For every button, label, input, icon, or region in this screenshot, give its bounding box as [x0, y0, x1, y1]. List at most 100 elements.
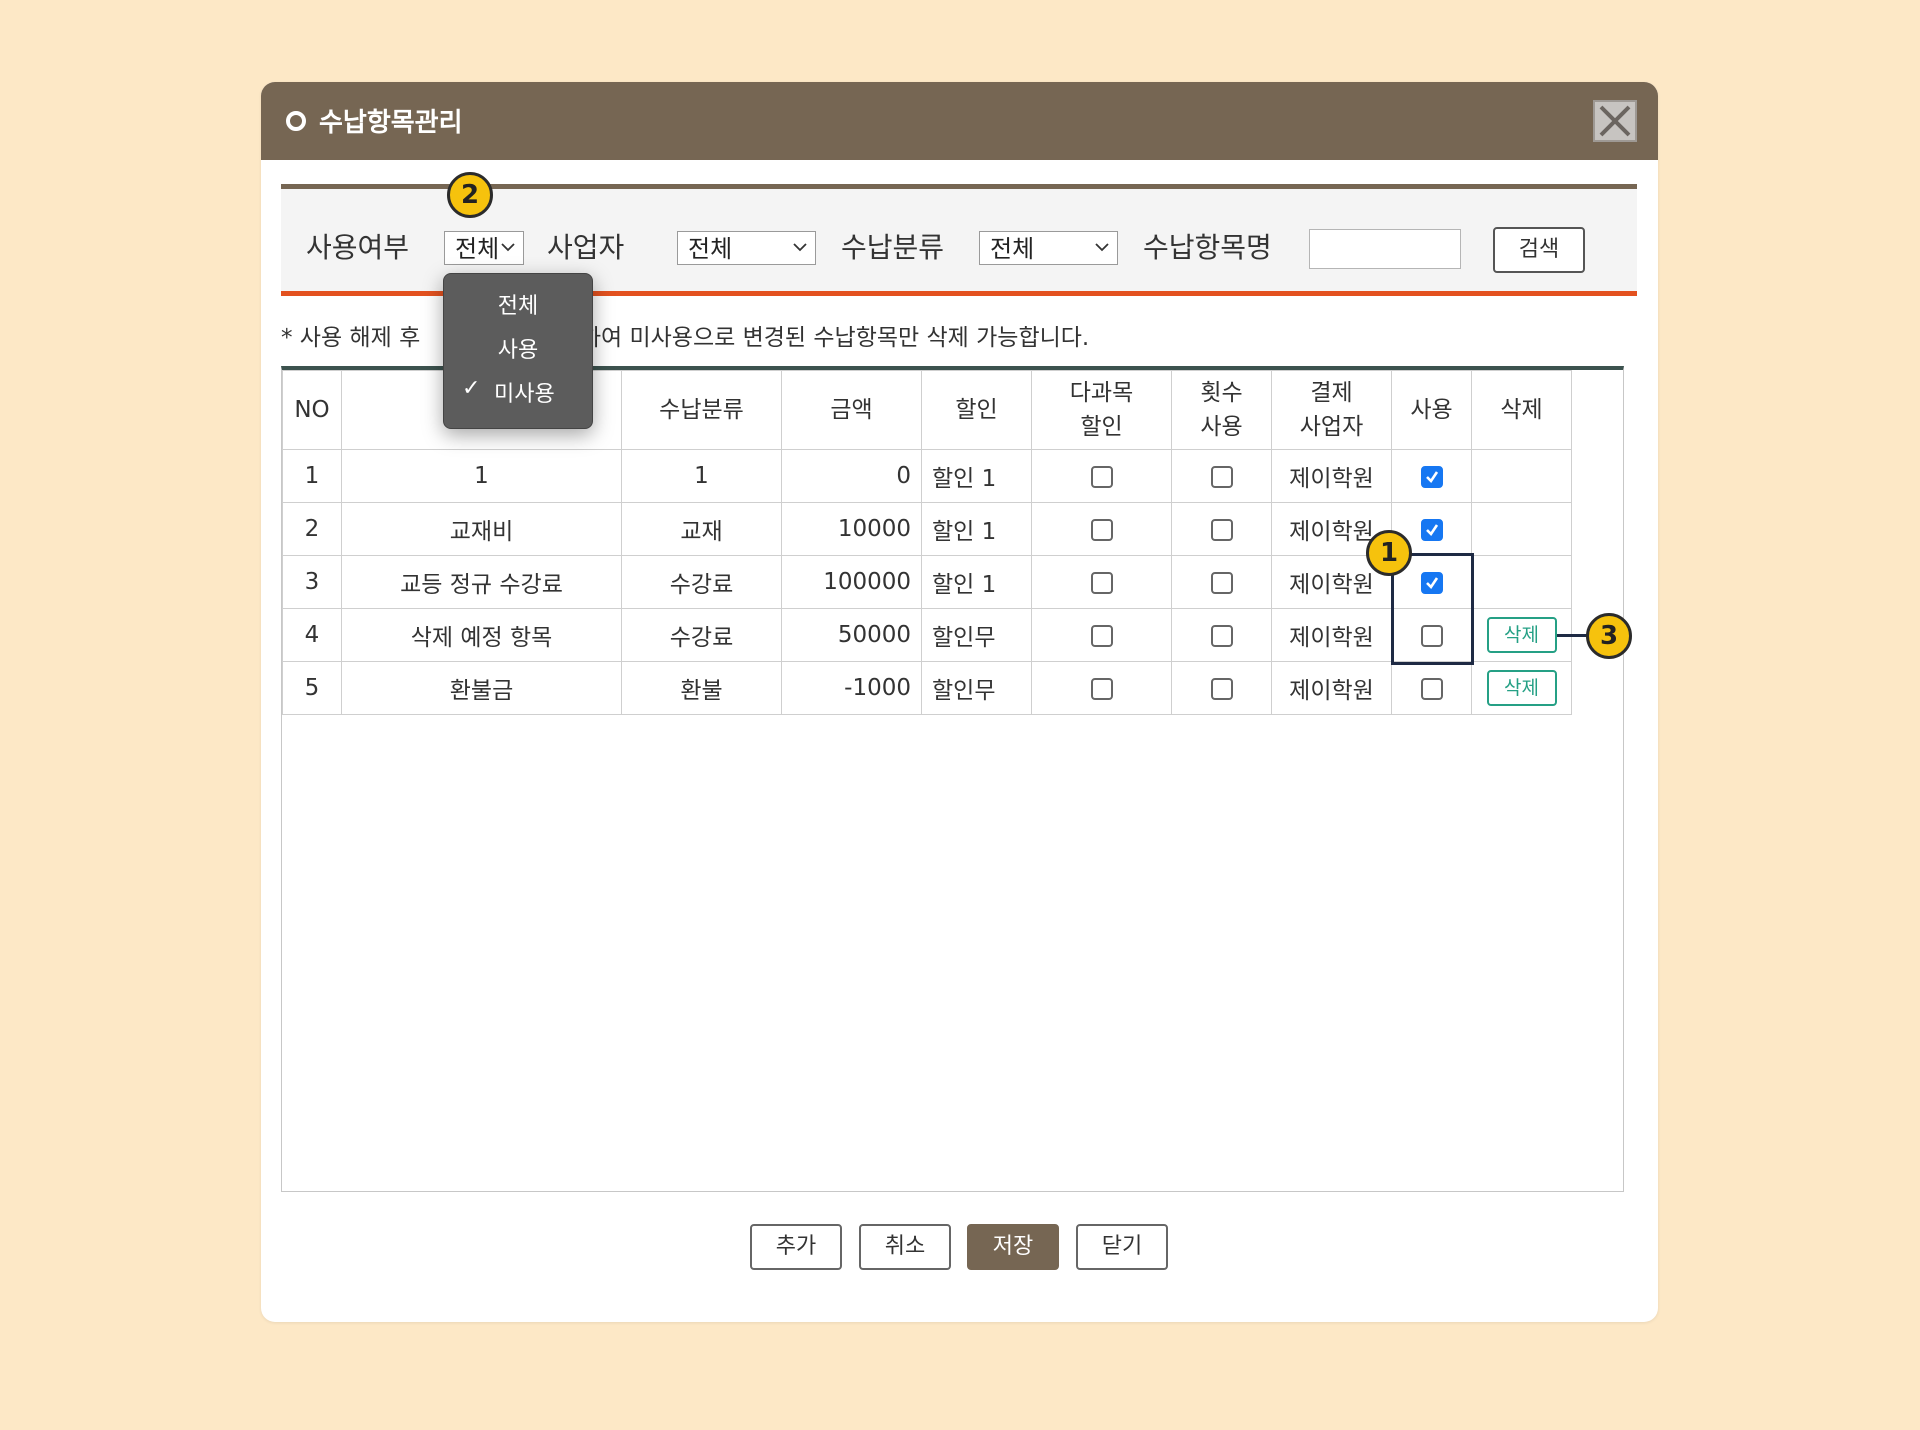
header-amount: 금액	[781, 370, 922, 450]
cell-item-name: 교재비	[341, 502, 622, 556]
business-label: 사업자	[547, 231, 625, 264]
cell-count-use	[1171, 449, 1272, 503]
cell-multi-discount	[1031, 555, 1172, 609]
use-checkbox[interactable]	[1420, 465, 1443, 488]
cell-discount: 할인무	[921, 608, 1032, 662]
category-label: 수납분류	[841, 231, 945, 264]
header-payment-biz-line2: 사업자	[1299, 414, 1364, 440]
multi-discount-checkbox[interactable]	[1090, 571, 1113, 594]
cell-count-use	[1171, 555, 1272, 609]
item-management-dialog: 수납항목관리 사용여부 전체 사업자 전체 수납분류 전체 수납항목명 검색 *…	[261, 82, 1658, 1322]
category-select-value: 전체	[990, 235, 1035, 263]
dialog-titlebar: 수납항목관리	[261, 82, 1658, 160]
category-select[interactable]: 전체	[979, 231, 1118, 265]
usage-select-value: 전체	[455, 235, 500, 263]
cell-category: 수강료	[621, 608, 782, 662]
callout-badge-2: 2	[447, 172, 493, 218]
use-checkbox[interactable]	[1420, 518, 1443, 541]
callout-badge-1: 1	[1366, 530, 1412, 576]
item-name-label: 수납항목명	[1143, 231, 1272, 264]
cell-discount: 할인무	[921, 661, 1032, 715]
add-button[interactable]: 추가	[750, 1224, 842, 1270]
dropdown-option-unused-label: 미사용	[494, 382, 555, 407]
delete-row-button[interactable]: 삭제	[1486, 670, 1557, 706]
usage-select[interactable]: 전체	[444, 231, 524, 265]
multi-discount-checkbox[interactable]	[1090, 624, 1113, 647]
notice-text: * 사용 해제 후 하여 미사용으로 변경된 수납항목만 삭제 가능합니다.	[281, 318, 1089, 352]
cell-multi-discount	[1031, 502, 1172, 556]
cell-payment-biz: 제이학원	[1271, 661, 1392, 715]
count-use-checkbox[interactable]	[1210, 518, 1233, 541]
usage-dropdown-menu: 전체 사용 ✓ 미사용	[443, 273, 593, 429]
cell-item-name: 삭제 예정 항목	[341, 608, 622, 662]
notice-text-before: * 사용 해제 후	[281, 325, 421, 351]
cell-count-use	[1171, 502, 1272, 556]
callout-connector	[1557, 634, 1587, 637]
cell-discount: 할인 1	[921, 555, 1032, 609]
cell-count-use	[1171, 661, 1272, 715]
cell-amount: 0	[781, 449, 922, 503]
cell-no: 4	[282, 608, 342, 662]
business-select[interactable]: 전체	[677, 231, 816, 265]
table-row: 5 환불금 환불 -1000 할인무 제이학원 삭제	[282, 661, 1572, 715]
save-button[interactable]: 저장	[967, 1224, 1059, 1270]
close-button[interactable]	[1593, 100, 1637, 142]
cell-category: 교재	[621, 502, 782, 556]
check-icon: ✓	[462, 376, 481, 401]
header-delete: 삭제	[1471, 370, 1572, 450]
dropdown-option-all[interactable]: 전체	[444, 288, 592, 320]
cell-item-name: 교등 정규 수강료	[341, 555, 622, 609]
close-dialog-button[interactable]: 닫기	[1076, 1224, 1168, 1270]
cell-amount: 100000	[781, 555, 922, 609]
cell-delete	[1471, 449, 1572, 503]
cell-category: 환불	[621, 661, 782, 715]
cell-use	[1391, 661, 1472, 715]
cell-no: 5	[282, 661, 342, 715]
header-payment-biz: 결제 사업자	[1271, 370, 1392, 450]
header-count-use: 횟수 사용	[1171, 370, 1272, 450]
header-no: NO	[282, 370, 342, 450]
cell-amount: -1000	[781, 661, 922, 715]
cell-discount: 할인 1	[921, 449, 1032, 503]
cancel-button[interactable]: 취소	[859, 1224, 951, 1270]
multi-discount-checkbox[interactable]	[1090, 518, 1113, 541]
header-count-use-line1: 횟수	[1200, 380, 1243, 406]
cell-amount: 10000	[781, 502, 922, 556]
table-row: 1 1 1 0 할인 1 제이학원	[282, 449, 1572, 503]
count-use-checkbox[interactable]	[1210, 677, 1233, 700]
header-category: 수납분류	[621, 370, 782, 450]
item-name-input[interactable]	[1309, 229, 1461, 269]
count-use-checkbox[interactable]	[1210, 571, 1233, 594]
search-button[interactable]: 검색	[1493, 227, 1585, 273]
title-bullet-icon	[286, 111, 306, 131]
cell-payment-biz: 제이학원	[1271, 449, 1392, 503]
count-use-checkbox[interactable]	[1210, 465, 1233, 488]
header-discount: 할인	[921, 370, 1032, 450]
checkmark-icon	[1425, 523, 1438, 536]
header-multi-discount: 다과목 할인	[1031, 370, 1172, 450]
cell-delete: 삭제	[1471, 661, 1572, 715]
cell-multi-discount	[1031, 661, 1172, 715]
header-count-use-line2: 사용	[1200, 414, 1243, 440]
use-checkbox[interactable]	[1420, 677, 1443, 700]
usage-label: 사용여부	[306, 231, 410, 264]
dropdown-option-use[interactable]: 사용	[444, 332, 592, 364]
header-payment-biz-line1: 결제	[1310, 380, 1353, 406]
multi-discount-checkbox[interactable]	[1090, 465, 1113, 488]
multi-discount-checkbox[interactable]	[1090, 677, 1113, 700]
count-use-checkbox[interactable]	[1210, 624, 1233, 647]
header-multi-discount-line1: 다과목	[1069, 380, 1134, 406]
cell-item-name: 1	[341, 449, 622, 503]
table-row: 4 삭제 예정 항목 수강료 50000 할인무 제이학원 삭제	[282, 608, 1572, 662]
cell-discount: 할인 1	[921, 502, 1032, 556]
header-multi-discount-line2: 할인	[1080, 414, 1123, 440]
cell-multi-discount	[1031, 449, 1172, 503]
cell-multi-discount	[1031, 608, 1172, 662]
cell-payment-biz: 제이학원	[1271, 608, 1392, 662]
cell-use	[1391, 449, 1472, 503]
dialog-title: 수납항목관리	[319, 108, 463, 138]
delete-row-button[interactable]: 삭제	[1486, 617, 1557, 653]
checkmark-icon	[1425, 470, 1438, 483]
cell-delete	[1471, 555, 1572, 609]
chevron-down-icon	[501, 243, 515, 252]
